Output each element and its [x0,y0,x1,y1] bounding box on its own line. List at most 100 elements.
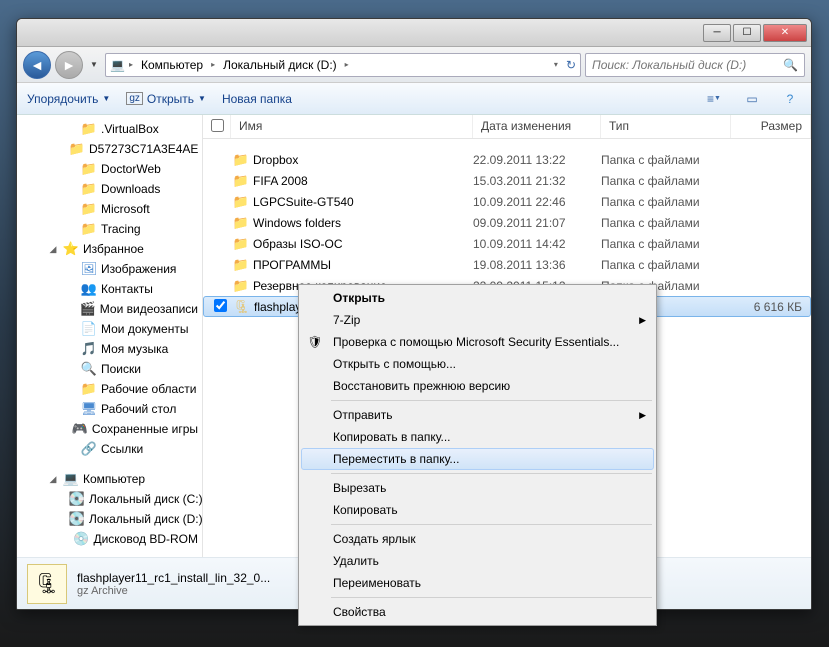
tree-icon: 📁 [81,201,97,217]
sidebar-item[interactable]: 🖥Рабочий стол [17,399,202,419]
breadcrumb-drive[interactable]: Локальный диск (D:) [219,58,341,72]
column-headers: Имя Дата изменения Тип Размер [203,115,811,139]
tree-label: Рабочие области [101,382,196,396]
tree-icon: 🎵 [81,341,97,357]
tree-icon: 📁 [81,121,97,137]
tree-icon: 📄 [81,321,97,337]
file-name: FIFA 2008 [251,174,473,188]
tree-label: Изображения [101,262,176,276]
column-type[interactable]: Тип [601,115,731,138]
context-menu-item[interactable]: 7-Zip▶ [301,309,654,331]
context-menu-item[interactable]: Создать ярлык [301,528,654,550]
minimize-button[interactable]: ─ [703,24,731,42]
context-menu-item[interactable]: Отправить▶ [301,404,654,426]
tree-icon: 🎬 [80,301,96,317]
sidebar-item[interactable]: 💽Локальный диск (D:) [17,509,202,529]
checkbox-column[interactable] [203,115,231,138]
file-row[interactable]: 📁LGPCSuite-GT54010.09.2011 22:46Папка с … [203,191,811,212]
sidebar-item[interactable]: 🎵Моя музыка [17,339,202,359]
organize-button[interactable]: Упорядочить ▼ [27,92,110,106]
sidebar-item[interactable]: 🎬Мои видеозаписи [17,299,202,319]
menu-item-label: Свойства [333,605,386,619]
file-type: Папка с файлами [601,216,731,230]
tree-label: Рабочий стол [101,402,176,416]
sidebar-item[interactable]: 📁DoctorWeb [17,159,202,179]
file-date: 19.08.2011 13:36 [473,258,601,272]
tree-label: Сохраненные игры [92,422,198,436]
sidebar-item[interactable]: 💿 Дисковод BD-ROM [17,529,202,549]
column-date[interactable]: Дата изменения [473,115,601,138]
refresh-icon[interactable]: ↻ [566,58,576,72]
address-bar[interactable]: 💻 ▸ Компьютер ▸ Локальный диск (D:) ▸ ▾ … [105,53,581,77]
tree-icon: 🔍 [81,361,97,377]
context-menu-item[interactable]: Копировать [301,499,654,521]
context-menu-item[interactable]: Переместить в папку... [301,448,654,470]
tree-icon: 📁 [81,221,97,237]
menu-item-label: 7-Zip [333,313,360,327]
sidebar-item[interactable]: 📁Downloads [17,179,202,199]
toolbar: Упорядочить ▼ gz Открыть ▼ Новая папка ≡… [17,83,811,115]
menu-item-label: Создать ярлык [333,532,416,546]
expand-icon[interactable]: ◢ [47,474,59,485]
context-menu-item[interactable]: Вырезать [301,477,654,499]
tree-icon: 💽 [69,511,85,527]
file-row[interactable]: 📁Windows folders09.09.2011 21:07Папка с … [203,212,811,233]
expand-icon[interactable]: ◢ [47,244,59,255]
sidebar-item[interactable]: ◢💻Компьютер [17,469,202,489]
search-icon[interactable]: 🔍 [783,58,798,72]
file-type: Папка с файлами [601,174,731,188]
file-date: 10.09.2011 22:46 [473,195,601,209]
back-button[interactable]: ◄ [23,51,51,79]
sidebar-item[interactable]: 📁D57273C71A3E4AE [17,139,202,159]
navigation-sidebar[interactable]: 📁.VirtualBox📁D57273C71A3E4AE📁DoctorWeb📁D… [17,115,203,557]
select-all-checkbox[interactable] [211,119,224,132]
dropdown-icon[interactable]: ▾ [554,60,558,69]
maximize-button[interactable]: ☐ [733,24,761,42]
search-input[interactable] [592,58,783,72]
context-menu-item[interactable]: Копировать в папку... [301,426,654,448]
tree-icon: 💿 [73,531,89,547]
context-menu-item[interactable]: Удалить [301,550,654,572]
sidebar-item[interactable]: 🔍Поиски [17,359,202,379]
open-button[interactable]: gz Открыть ▼ [126,92,206,106]
context-menu-item[interactable]: Восстановить прежнюю версию [301,375,654,397]
file-row[interactable]: 📁ПРОГРАММЫ19.08.2011 13:36Папка с файлам… [203,254,811,275]
sidebar-item[interactable]: 📁Рабочие области [17,379,202,399]
menu-item-label: Проверка с помощью Microsoft Security Es… [333,335,619,349]
row-checkbox[interactable] [214,299,227,312]
help-button[interactable]: ? [779,88,801,110]
search-box[interactable]: 🔍 [585,53,805,77]
column-name[interactable]: Имя [231,115,473,138]
sidebar-item[interactable]: 📁.VirtualBox [17,119,202,139]
preview-pane-button[interactable]: ▭ [741,88,763,110]
view-options-button[interactable]: ≡ ▼ [703,88,725,110]
context-menu-item[interactable]: Переименовать [301,572,654,594]
tree-icon: 📁 [69,141,85,157]
context-menu-item[interactable]: 🛡Проверка с помощью Microsoft Security E… [301,331,654,353]
tree-label: Избранное [83,242,144,256]
sidebar-item[interactable]: 💽Локальный диск (C:) [17,489,202,509]
new-folder-button[interactable]: Новая папка [222,92,292,106]
context-menu-item[interactable]: Открыть с помощью... [301,353,654,375]
sidebar-item[interactable]: ◢ ⭐ Избранное [17,239,202,259]
context-menu-item[interactable]: Открыть [301,287,654,309]
history-dropdown[interactable]: ▼ [87,55,101,75]
file-row[interactable]: 📁Dropbox22.09.2011 13:22Папка с файлами [203,149,811,170]
column-size[interactable]: Размер [731,115,811,138]
forward-button[interactable]: ► [55,51,83,79]
sidebar-item[interactable]: 📁Microsoft [17,199,202,219]
tree-icon: ⭐ [63,241,79,257]
sidebar-item[interactable]: 📁Tracing [17,219,202,239]
context-menu-item[interactable]: Свойства [301,601,654,623]
sidebar-item[interactable]: 👥Контакты [17,279,202,299]
file-date: 10.09.2011 14:42 [473,237,601,251]
sidebar-item[interactable]: 🔗Ссылки [17,439,202,459]
tree-label: Дисковод BD-ROM [93,532,198,546]
close-button[interactable]: ✕ [763,24,807,42]
file-row[interactable]: 📁Образы ISO-OC10.09.2011 14:42Папка с фа… [203,233,811,254]
sidebar-item[interactable]: 🎮Сохраненные игры [17,419,202,439]
file-row[interactable]: 📁FIFA 200815.03.2011 21:32Папка с файлам… [203,170,811,191]
breadcrumb-computer[interactable]: Компьютер [137,58,207,72]
sidebar-item[interactable]: 📄Мои документы [17,319,202,339]
sidebar-item[interactable]: 🖼Изображения [17,259,202,279]
